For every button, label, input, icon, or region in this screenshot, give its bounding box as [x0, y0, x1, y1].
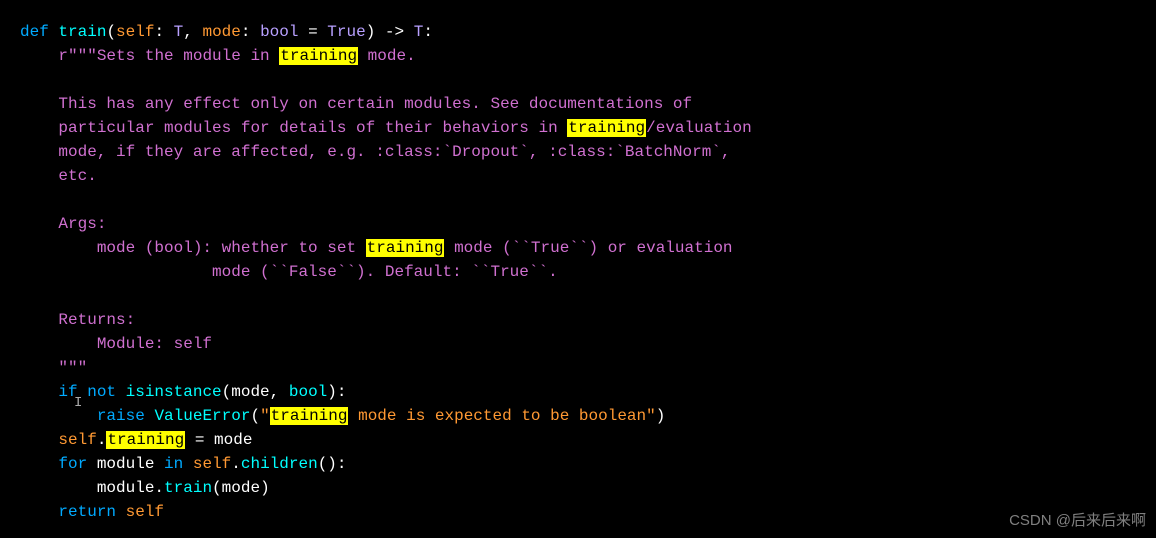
- keyword-return: return: [58, 503, 116, 521]
- keyword-raise: raise: [97, 407, 145, 425]
- type-bool: bool: [260, 23, 298, 41]
- code-line-13: Returns:: [20, 308, 1136, 332]
- code-line-9: Args:: [20, 212, 1136, 236]
- valueerror: ValueError: [154, 407, 250, 425]
- highlight-training: training: [279, 47, 358, 65]
- code-line-7: etc.: [20, 164, 1136, 188]
- code-line-19: for module in self.children():: [20, 452, 1136, 476]
- bool-true: True: [327, 23, 365, 41]
- code-line-11: mode (``False``). Default: ``True``.: [20, 260, 1136, 284]
- watermark-text: CSDN @后来后来啊: [1009, 510, 1146, 533]
- highlight-training: training: [270, 407, 349, 425]
- code-line-20: module.train(mode): [20, 476, 1136, 500]
- keyword-if: if: [58, 383, 77, 401]
- code-line-18: self.training = mode: [20, 428, 1136, 452]
- param-mode: mode: [202, 23, 240, 41]
- highlight-training: training: [106, 431, 185, 449]
- code-editor[interactable]: def train(self: T, mode: bool = True) ->…: [20, 20, 1136, 524]
- code-line-10: mode (bool): whether to set training mod…: [20, 236, 1136, 260]
- highlight-training: training: [567, 119, 646, 137]
- code-line-5: particular modules for details of their …: [20, 116, 1136, 140]
- function-name: train: [58, 23, 106, 41]
- builtin-isinstance: isinstance: [126, 383, 222, 401]
- keyword-for: for: [58, 455, 87, 473]
- code-line-21: return self: [20, 500, 1136, 524]
- code-line-6: mode, if they are affected, e.g. :class:…: [20, 140, 1136, 164]
- code-line-14: Module: self: [20, 332, 1136, 356]
- code-line-2: r"""Sets the module in training mode.: [20, 44, 1136, 68]
- self-kw: self: [58, 431, 96, 449]
- code-line-16: if not isinstance(mode, bool):: [20, 380, 1136, 404]
- code-line-17: raise ValueError("training mode is expec…: [20, 404, 1136, 428]
- type-T: T: [174, 23, 184, 41]
- code-line-15: """: [20, 356, 1136, 380]
- keyword-def: def: [20, 23, 49, 41]
- code-line-3: [20, 68, 1136, 92]
- code-line-1: def train(self: T, mode: bool = True) ->…: [20, 20, 1136, 44]
- code-line-8: [20, 188, 1136, 212]
- code-line-4: This has any effect only on certain modu…: [20, 92, 1136, 116]
- highlight-training: training: [366, 239, 445, 257]
- param-self: self: [116, 23, 154, 41]
- code-line-12: [20, 284, 1136, 308]
